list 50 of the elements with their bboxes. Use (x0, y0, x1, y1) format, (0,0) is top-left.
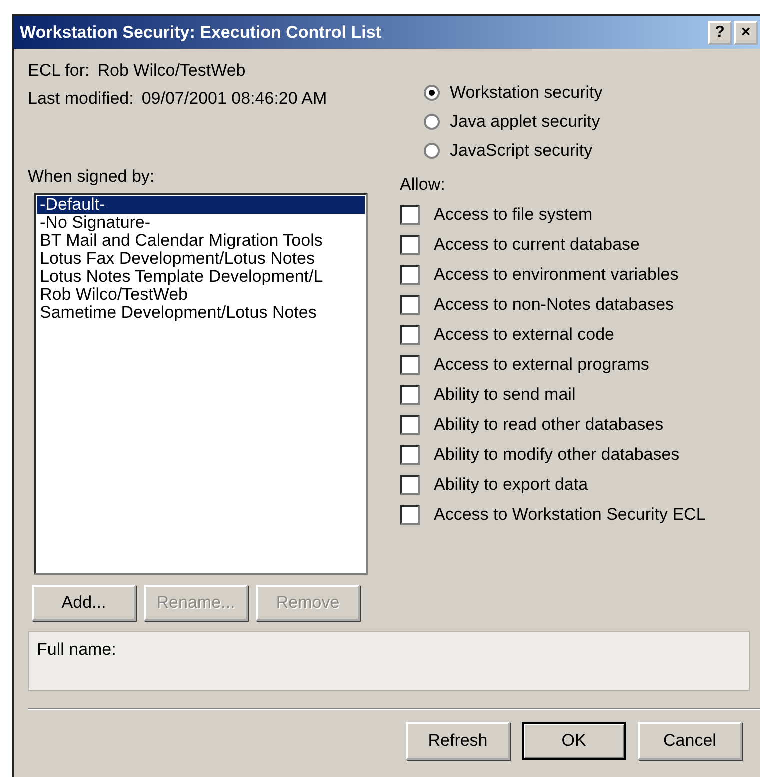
checkbox-label[interactable]: Access to environment variables (434, 265, 679, 285)
checkbox-label[interactable]: Ability to modify other databases (434, 445, 680, 465)
checkbox-label[interactable]: Ability to read other databases (434, 415, 664, 435)
list-item[interactable]: Sametime Development/Lotus Notes (37, 304, 365, 322)
checkbox[interactable] (400, 235, 420, 255)
radio-label[interactable]: Workstation security (450, 83, 603, 103)
dialog-button[interactable]: Cancel (638, 722, 742, 760)
dialog-button[interactable]: OK (522, 722, 626, 760)
full-name-label: Full name: (37, 640, 116, 659)
checkbox-label[interactable]: Access to file system (434, 205, 593, 225)
info-label: ECL for: (28, 61, 90, 82)
checkbox-label[interactable]: Access to external programs (434, 355, 650, 375)
radio-label[interactable]: JavaScript security (450, 141, 593, 161)
checkbox[interactable] (400, 385, 420, 405)
radio-button[interactable] (424, 85, 440, 101)
checkbox-label[interactable]: Ability to send mail (434, 385, 576, 405)
info-label: Last modified: (28, 89, 134, 110)
checkbox[interactable] (400, 355, 420, 375)
signer-list[interactable]: -Default- -No Signature- BT Mail and Calendar Migration Tools Lotus Fax Development/Lotus Notes Lotus Notes Template Development/L Rob Wilco/TestWeb Sametime Development/Lotus Notes (34, 193, 368, 575)
checkbox-label[interactable]: Access to non-Notes databases (434, 295, 674, 315)
info-value: 09/07/2001 08:46:20 AM (142, 89, 328, 110)
checkbox[interactable] (400, 415, 420, 435)
list-item[interactable]: -Default- (37, 196, 365, 214)
help-button[interactable]: ? (708, 20, 732, 44)
checkbox-label[interactable]: Ability to export data (434, 475, 588, 495)
close-button[interactable]: × (734, 20, 758, 44)
checkbox[interactable] (400, 505, 420, 525)
checkbox[interactable] (400, 205, 420, 225)
section-label: Allow: (400, 175, 446, 195)
list-item[interactable]: Lotus Fax Development/Lotus Notes (37, 250, 365, 268)
radio-label[interactable]: Java applet security (450, 112, 600, 132)
checkbox-label[interactable]: Access to Workstation Security ECL (434, 505, 706, 525)
checkbox[interactable] (400, 295, 420, 315)
checkbox[interactable] (400, 325, 420, 345)
list-item[interactable]: Lotus Notes Template Development/L (37, 268, 365, 286)
radio-button[interactable] (424, 143, 440, 159)
info-value: Rob Wilco/TestWeb (98, 61, 246, 82)
checkbox-label[interactable]: Access to external code (434, 325, 614, 345)
checkbox[interactable] (400, 265, 420, 285)
list-item[interactable]: BT Mail and Calendar Migration Tools (37, 232, 365, 250)
dialog-button[interactable]: Refresh (406, 722, 510, 760)
list-item[interactable]: Rob Wilco/TestWeb (37, 286, 365, 304)
list-action-button[interactable]: Add... (32, 585, 136, 621)
checkbox[interactable] (400, 475, 420, 495)
list-item[interactable]: -No Signature- (37, 214, 365, 232)
checkbox-label[interactable]: Access to current database (434, 235, 640, 255)
radio-button[interactable] (424, 114, 440, 130)
checkbox[interactable] (400, 445, 420, 465)
window-title: Workstation Security: Execution Control List (20, 22, 382, 42)
list-label: When signed by: (28, 167, 155, 187)
